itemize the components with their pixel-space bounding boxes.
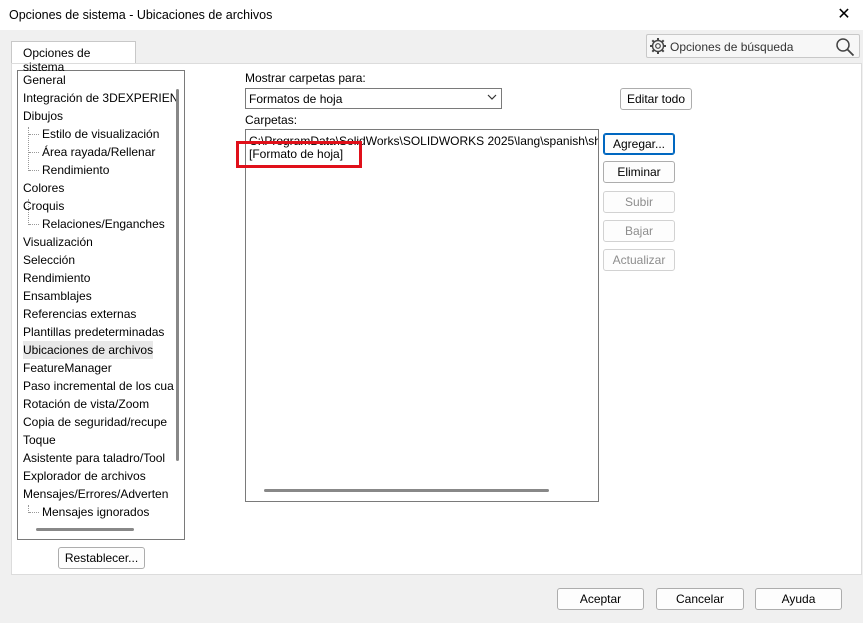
move-up-button[interactable]: Subir [603, 191, 675, 213]
tree-item[interactable]: Ensamblajes [23, 287, 92, 305]
tree-subitem[interactable]: Rendimiento [42, 161, 109, 179]
window-title: Opciones de sistema - Ubicaciones de arc… [9, 8, 273, 22]
folders-label: Carpetas: [245, 113, 298, 127]
title-bar: Opciones de sistema - Ubicaciones de arc… [0, 0, 863, 30]
tree-item[interactable]: Referencias externas [23, 305, 136, 323]
tree-item[interactable]: Dibujos [23, 107, 63, 125]
tree-item[interactable]: Integración de 3DEXPERIEN [23, 89, 178, 107]
ok-button[interactable]: Aceptar [557, 588, 644, 610]
reset-button[interactable]: Restablecer... [58, 547, 145, 569]
folder-placeholder-row[interactable]: [Formato de hoja] [249, 146, 343, 162]
tree-item[interactable]: Mensajes/Errores/Adverten [23, 485, 168, 503]
tree-item[interactable]: Rendimiento [23, 269, 90, 287]
tree-item[interactable]: Paso incremental de los cua [23, 377, 174, 395]
help-button[interactable]: Ayuda [755, 588, 842, 610]
tree-item[interactable]: Ubicaciones de archivos [23, 341, 154, 359]
tree-item[interactable]: Explorador de archivos [23, 467, 146, 485]
show-folders-label: Mostrar carpetas para: [245, 71, 366, 85]
close-icon[interactable]: ✕ [833, 4, 855, 26]
cancel-button[interactable]: Cancelar [656, 588, 744, 610]
tree-item[interactable]: Toque [23, 431, 56, 449]
search-box[interactable]: Opciones de búsqueda [646, 34, 860, 58]
tree-subitem[interactable]: Área rayada/Rellenar [42, 143, 155, 161]
tree-item[interactable]: FeatureManager [23, 359, 112, 377]
tree-connector [29, 170, 39, 171]
tree-connector [29, 134, 39, 135]
move-down-button[interactable]: Bajar [603, 220, 675, 242]
tree-vertical-scrollbar[interactable] [176, 89, 179, 461]
tree-item[interactable]: Croquis [23, 197, 64, 215]
tree-connector [29, 512, 39, 513]
tree-connector [29, 152, 39, 153]
magnifier-icon[interactable] [835, 37, 855, 57]
remove-button[interactable]: Eliminar [603, 161, 675, 183]
add-button[interactable]: Agregar... [603, 133, 675, 155]
gear-icon[interactable] [649, 37, 667, 55]
tree-item[interactable]: Asistente para taladro/Tool [23, 449, 165, 467]
tab-system-options[interactable]: Opciones de sistema [11, 41, 136, 74]
tree-subitem[interactable]: Relaciones/Enganches [42, 215, 165, 233]
edit-all-button[interactable]: Editar todo [620, 88, 692, 110]
tree-subitem[interactable]: Estilo de visualización [42, 125, 159, 143]
show-folders-value: Formatos de hoja [249, 92, 343, 106]
tree-subitem[interactable]: Mensajes ignorados [42, 503, 149, 521]
folders-horizontal-scrollbar[interactable] [264, 489, 549, 492]
tree-connector [29, 224, 39, 225]
options-tree[interactable]: General Integración de 3DEXPERIEN Dibujos E… [17, 70, 185, 540]
tree-item[interactable]: Visualización [23, 233, 93, 251]
chevron-down-icon [487, 94, 497, 100]
tree-item[interactable]: Rotación de vista/Zoom [23, 395, 149, 413]
show-folders-dropdown[interactable]: Formatos de hoja [245, 88, 502, 109]
tree-item[interactable]: Selección [23, 251, 75, 269]
tree-horizontal-scrollbar[interactable] [36, 528, 134, 531]
tree-item[interactable]: Copia de seguridad/recupe [23, 413, 167, 431]
tree-item[interactable]: Colores [23, 179, 64, 197]
search-placeholder: Opciones de búsqueda [670, 40, 794, 54]
tree-item[interactable]: Plantillas predeterminadas [23, 323, 164, 341]
folders-list[interactable]: C:\ProgramData\SolidWorks\SOLIDWORKS 202… [245, 129, 599, 502]
update-button[interactable]: Actualizar [603, 249, 675, 271]
